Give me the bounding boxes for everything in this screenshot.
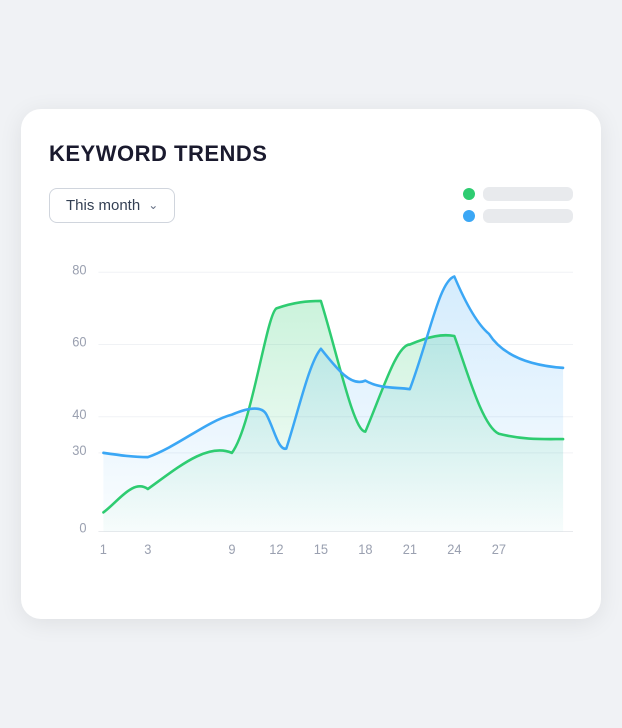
chevron-down-icon: ⌄	[148, 198, 158, 212]
y-label-40: 40	[72, 406, 86, 422]
controls-row: This month ⌄	[49, 187, 573, 223]
chart-area: 80 60 40 30 0 1 3 9 12 15	[49, 251, 573, 591]
chart-svg: 80 60 40 30 0 1 3 9 12 15	[49, 251, 573, 591]
legend-label-green	[483, 187, 573, 201]
legend-dot-blue	[463, 210, 475, 222]
x-label-3: 3	[144, 541, 151, 557]
card-title: KEYWORD TRENDS	[49, 141, 573, 167]
x-label-18: 18	[358, 541, 372, 557]
filter-label: This month	[66, 197, 140, 214]
y-label-0: 0	[79, 520, 86, 536]
x-label-9: 9	[228, 541, 235, 557]
blue-fill-area	[103, 277, 563, 532]
x-label-1: 1	[100, 541, 107, 557]
legend-label-blue	[483, 209, 573, 223]
keyword-trends-card: KEYWORD TRENDS This month ⌄	[21, 109, 601, 619]
chart-legend	[463, 187, 573, 223]
legend-dot-green	[463, 188, 475, 200]
x-label-24: 24	[447, 541, 462, 557]
filter-dropdown[interactable]: This month ⌄	[49, 188, 175, 223]
legend-item-green	[463, 187, 573, 201]
y-label-80: 80	[72, 262, 86, 278]
y-label-60: 60	[72, 334, 86, 350]
x-label-21: 21	[403, 541, 417, 557]
x-label-27: 27	[492, 541, 506, 557]
x-label-12: 12	[269, 541, 283, 557]
y-label-30: 30	[72, 443, 86, 459]
legend-item-blue	[463, 209, 573, 223]
x-label-15: 15	[314, 541, 328, 557]
